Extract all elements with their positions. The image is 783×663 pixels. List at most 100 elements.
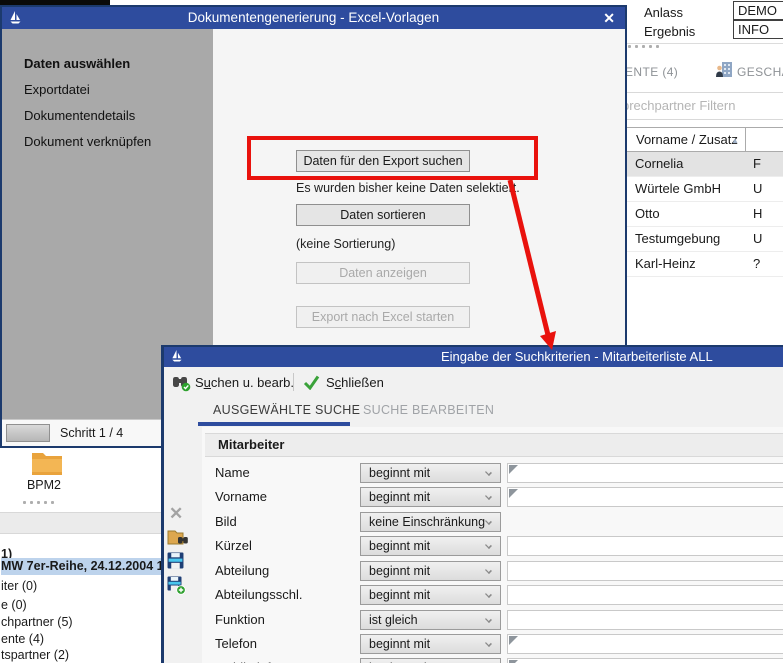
tree-item[interactable]: ente (4) [1, 631, 162, 648]
chevron-down-icon [485, 542, 492, 549]
progress-indicator [6, 424, 50, 442]
operator-select[interactable]: beginnt mit [360, 585, 501, 605]
cell-code: ? [753, 252, 760, 276]
schliessen-button[interactable]: Schließen [326, 367, 384, 398]
operator-select[interactable]: beginnt mit [360, 536, 501, 556]
business-partner-icon [715, 61, 733, 81]
value-input[interactable] [507, 658, 783, 663]
start-excel-export-button[interactable]: Export nach Excel starten [296, 306, 470, 328]
form-row-vorname: Vorname beginnt mit [202, 487, 783, 507]
field-label: Mobiltelefon [215, 658, 285, 663]
sidebar-item-dokumentendetails[interactable]: Dokumentendetails [24, 107, 135, 125]
tree-item-selected[interactable]: MW 7er-Reihe, 24.12.2004 12: [1, 558, 162, 575]
green-check-icon [303, 374, 320, 393]
operator-value: keine Einschränkung [369, 513, 485, 531]
tab-geschaeftspartner[interactable]: GESCHÄF [737, 65, 783, 79]
sidebar-item-dokument-verknuepfen[interactable]: Dokument verknüpfen [24, 133, 151, 151]
cell-name: Karl-Heinz [635, 252, 696, 276]
operator-select[interactable]: beginnt mit [360, 487, 501, 507]
tree-item[interactable]: e (0) [1, 597, 162, 614]
dialog-suchkriterien: Eingabe der Suchkriterien - Mitarbeiterl… [161, 345, 783, 663]
suchen-bearbeiten-button[interactable]: Suchen u. bearb. [195, 367, 294, 398]
cell-code: U [753, 227, 762, 251]
field-label: Bild [215, 512, 237, 532]
field-label: Kürzel [215, 536, 252, 556]
operator-value: beginnt mit [369, 488, 430, 506]
table-row[interactable]: Karl-Heinz ? [627, 252, 783, 277]
chevron-down-icon [485, 518, 492, 525]
operator-value: beginnt mit [369, 586, 430, 604]
cell-code: U [753, 177, 762, 201]
folder-icon[interactable] [31, 450, 63, 479]
form-row-telefon: Telefon beginnt mit [202, 634, 783, 654]
dialog2-titlebar[interactable]: Eingabe der Suchkriterien - Mitarbeiterl… [164, 347, 783, 367]
tree-item[interactable]: chpartner (5) [1, 614, 162, 631]
value-input[interactable] [507, 610, 783, 630]
table-row[interactable]: Cornelia F [627, 152, 783, 177]
column-header-vorname[interactable]: Vorname / Zusatz 1 ▲ [627, 127, 746, 152]
operator-value: beginnt mit [369, 464, 430, 482]
load-search-icon[interactable] [167, 527, 189, 550]
operator-select[interactable]: beginnt mit [360, 658, 501, 663]
table-row[interactable]: Testumgebung U [627, 227, 783, 252]
value-input[interactable] [507, 585, 783, 605]
dialog2-title: Eingabe der Suchkriterien - Mitarbeiterl… [441, 347, 713, 367]
operator-select[interactable]: beginnt mit [360, 561, 501, 581]
section-title: Mitarbeiter [218, 434, 284, 456]
show-data-button[interactable]: Daten anzeigen [296, 262, 470, 284]
operator-select[interactable]: beginnt mit [360, 463, 501, 483]
value-input[interactable] [507, 463, 783, 483]
sidebar-item-exportdatei[interactable]: Exportdatei [24, 81, 90, 99]
search-actions-strip: ✕ [164, 427, 202, 663]
search-caption: Es wurden bisher keine Daten selektiert. [296, 181, 520, 195]
tab-dokumente[interactable]: ENTE (4) [627, 65, 678, 79]
sort-asc-icon: ▲ [731, 129, 739, 152]
splitter-dots-icon[interactable] [23, 501, 54, 504]
save-search-icon[interactable] [167, 552, 184, 572]
save-search-as-icon[interactable] [167, 576, 186, 598]
chevron-down-icon [485, 567, 492, 574]
value-input[interactable] [507, 561, 783, 581]
form-row-abteilung: Abteilung beginnt mit [202, 561, 783, 581]
splitter-dots-icon[interactable] [628, 45, 659, 48]
active-tab-underline [198, 422, 350, 426]
tree-item[interactable]: iter (0) [1, 578, 162, 595]
operator-value: beginnt mit [369, 537, 430, 555]
operator-select[interactable]: beginnt mit [360, 634, 501, 654]
tab-ausgewaehlte-suche[interactable]: AUSGEWÄHLTE SUCHE [213, 403, 360, 417]
chevron-down-icon [485, 469, 492, 476]
field-label: Abteilung [215, 561, 269, 581]
operator-select[interactable]: keine Einschränkung [360, 512, 501, 532]
divider [627, 43, 783, 44]
sidebar-item-daten-auswaehlen[interactable]: Daten auswählen [24, 55, 130, 73]
anlass-label: Anlass [644, 3, 683, 22]
value-input[interactable] [507, 487, 783, 507]
anlass-field[interactable]: DEMO [733, 1, 783, 20]
chevron-down-icon [485, 493, 492, 500]
clear-search-icon[interactable]: ✕ [169, 505, 183, 522]
sort-caption: (keine Sortierung) [296, 237, 395, 251]
table-row[interactable]: Otto H [627, 202, 783, 227]
close-icon[interactable]: ✕ [603, 7, 615, 29]
step-indicator: Schritt 1 / 4 [60, 420, 123, 446]
sort-data-button[interactable]: Daten sortieren [296, 204, 470, 226]
toolbar-separator [293, 373, 294, 391]
column-header-code[interactable] [746, 127, 783, 152]
filter-input[interactable]: prechpartner Filtern [627, 92, 783, 120]
field-label: Name [215, 463, 250, 483]
cell-name: Otto [635, 202, 660, 226]
operator-select[interactable]: ist gleich [360, 610, 501, 630]
dialog1-titlebar[interactable]: Dokumentengenerierung - Excel-Vorlagen ✕ [2, 7, 625, 29]
form-row-bild: Bild keine Einschränkung [202, 512, 783, 532]
field-label: Telefon [215, 634, 257, 654]
table-row[interactable]: Würtele GmbH U [627, 177, 783, 202]
operator-value: ist gleich [369, 611, 418, 629]
tab-suche-bearbeiten[interactable]: SUCHE BEARBEITEN [363, 403, 494, 417]
dialog1-title: Dokumentengenerierung - Excel-Vorlagen [188, 10, 439, 25]
value-input[interactable] [507, 634, 783, 654]
form-row-mobiltelefon: Mobiltelefon beginnt mit [202, 658, 783, 663]
tree-item[interactable]: tspartner (2) [1, 647, 162, 663]
chevron-down-icon [485, 591, 492, 598]
ergebnis-field[interactable]: INFO [733, 20, 783, 39]
value-input[interactable] [507, 536, 783, 556]
